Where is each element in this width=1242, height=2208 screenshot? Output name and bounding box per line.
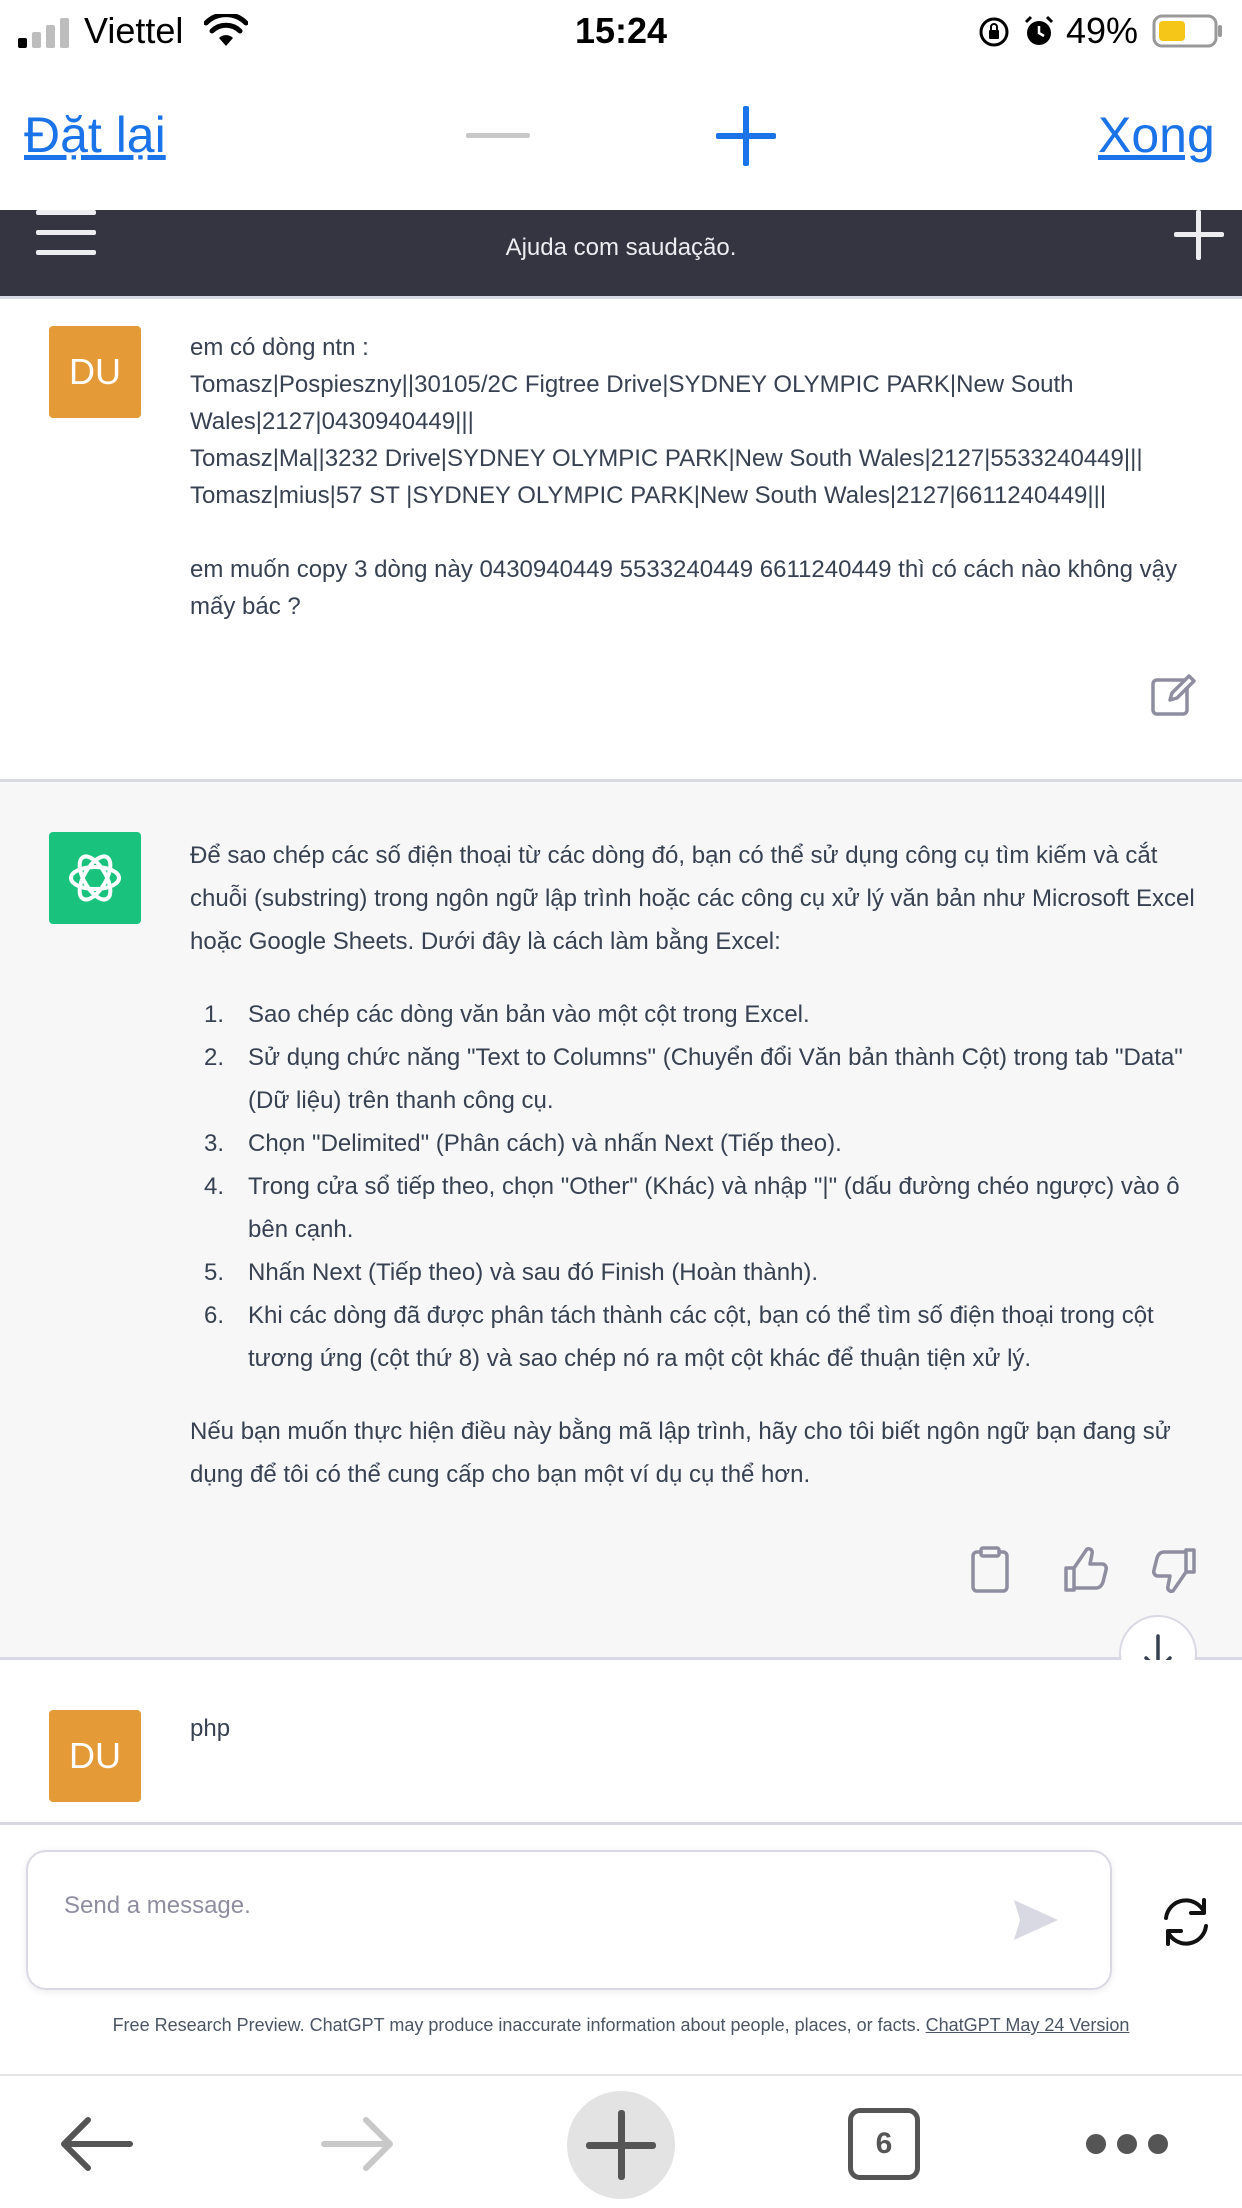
message-composer bbox=[26, 1850, 1112, 1990]
list-number: 2. bbox=[204, 1044, 225, 1071]
new-chat-icon[interactable] bbox=[1174, 210, 1224, 260]
battery-icon bbox=[1152, 14, 1222, 48]
list-number: 1. bbox=[204, 1001, 225, 1028]
chat-header: Ajuda com saudação. bbox=[0, 210, 1242, 296]
forward-arrow-icon[interactable] bbox=[318, 2112, 398, 2176]
tab-count-button[interactable]: 6 bbox=[848, 2108, 920, 2180]
list-number: 3. bbox=[204, 1130, 225, 1157]
alarm-icon bbox=[1024, 15, 1054, 45]
battery-percent: 49% bbox=[1066, 10, 1139, 51]
list-item: 2. Sử dụng chức năng "Text to Columns" (C… bbox=[190, 1036, 1200, 1122]
browser-bottom-bar: 6 bbox=[0, 2074, 1242, 2208]
zoom-out-icon[interactable] bbox=[466, 126, 530, 146]
regenerate-icon[interactable] bbox=[1158, 1894, 1214, 1950]
avatar: DU bbox=[49, 326, 141, 418]
list-item: 6. Khi các dòng đã được phân tách thành c… bbox=[190, 1294, 1200, 1380]
back-arrow-icon[interactable] bbox=[56, 2112, 136, 2176]
list-number: 5. bbox=[204, 1259, 225, 1286]
chatgpt-logo-icon bbox=[49, 832, 141, 924]
assistant-message: Để sao chép các số điện thoại từ các dòn… bbox=[0, 782, 1242, 1693]
conversation-title: Ajuda com saudação. bbox=[505, 234, 737, 261]
list-text: Sao chép các dòng văn bản vào một cột tr… bbox=[248, 1001, 810, 1028]
list-text: Chọn "Delimited" (Phân cách) và nhấn Nex… bbox=[248, 1130, 842, 1157]
message-text: em có dòng ntn : Tomasz|Pospieszny||3010… bbox=[190, 329, 1210, 625]
message-line: em có dòng ntn : bbox=[190, 334, 369, 361]
more-options-icon[interactable] bbox=[1084, 2132, 1170, 2156]
assistant-intro: Để sao chép các số điện thoại từ các dòn… bbox=[190, 842, 1195, 955]
zoom-in-icon[interactable] bbox=[716, 106, 776, 166]
list-number: 6. bbox=[204, 1302, 225, 1329]
user-message: DU em có dòng ntn : Tomasz|Pospieszny||3… bbox=[0, 296, 1242, 782]
new-tab-icon[interactable] bbox=[566, 2090, 676, 2200]
list-item: 1. Sao chép các dòng văn bản vào một cột … bbox=[190, 993, 1200, 1036]
message-line: Tomasz|Pospieszny||30105/2C Figtree Driv… bbox=[190, 371, 1074, 435]
thumbs-up-icon[interactable] bbox=[1062, 1546, 1110, 1594]
orientation-lock-icon bbox=[979, 17, 1009, 47]
send-icon[interactable] bbox=[1010, 1894, 1062, 1946]
list-text: Khi các dòng đã được phân tách thành các… bbox=[248, 1302, 1154, 1372]
disclaimer-text: Free Research Preview. ChatGPT may produ… bbox=[112, 2015, 921, 2035]
message-line: Tomasz|mius|57 ST |SYDNEY OLYMPIC PARK|N… bbox=[190, 482, 1107, 509]
message-input[interactable] bbox=[64, 1888, 964, 1924]
reset-button[interactable]: Đặt lại bbox=[24, 106, 166, 164]
list-text: Trong cửa sổ tiếp theo, chọn "Other" (Kh… bbox=[248, 1173, 1180, 1243]
webview-toolbar: Đặt lại Xong bbox=[0, 62, 1242, 210]
steps-list: 1. Sao chép các dòng văn bản vào một cột … bbox=[190, 993, 1200, 1380]
disclaimer: Free Research Preview. ChatGPT may produ… bbox=[0, 2015, 1242, 2036]
list-item: 3. Chọn "Delimited" (Phân cách) và nhấn N… bbox=[190, 1122, 1200, 1165]
message-line: em muốn copy 3 dòng này 0430940449 55332… bbox=[190, 556, 1178, 620]
thumbs-down-icon[interactable] bbox=[1150, 1546, 1198, 1594]
message-line: Tomasz|Ma||3232 Drive|SYDNEY OLYMPIC PAR… bbox=[190, 445, 1143, 472]
message-text: php bbox=[190, 1715, 231, 1742]
copy-icon[interactable] bbox=[970, 1546, 1010, 1594]
list-item: 4. Trong cửa sổ tiếp theo, chọn "Other" (… bbox=[190, 1165, 1200, 1251]
list-item: 5. Nhấn Next (Tiếp theo) và sau đó Finish… bbox=[190, 1251, 1200, 1294]
list-text: Sử dụng chức năng "Text to Columns" (Chu… bbox=[248, 1044, 1183, 1114]
list-number: 4. bbox=[204, 1173, 225, 1200]
done-button[interactable]: Xong bbox=[1098, 106, 1215, 164]
status-bar: Viettel 15:24 49% bbox=[0, 0, 1242, 62]
edit-icon[interactable] bbox=[1150, 671, 1198, 719]
assistant-outro: Nếu bạn muốn thực hiện điều này bằng mã … bbox=[190, 1418, 1171, 1488]
assistant-text: Để sao chép các số điện thoại từ các dòn… bbox=[190, 834, 1200, 1496]
screen: Viettel 15:24 49% Đặt lại Xong Ajuda com… bbox=[0, 0, 1242, 2208]
list-text: Nhấn Next (Tiếp theo) và sau đó Finish (… bbox=[248, 1259, 819, 1286]
version-link[interactable]: ChatGPT May 24 Version bbox=[926, 2015, 1130, 2035]
avatar: DU bbox=[49, 1710, 141, 1802]
user-message: DU php bbox=[0, 1660, 1242, 1825]
